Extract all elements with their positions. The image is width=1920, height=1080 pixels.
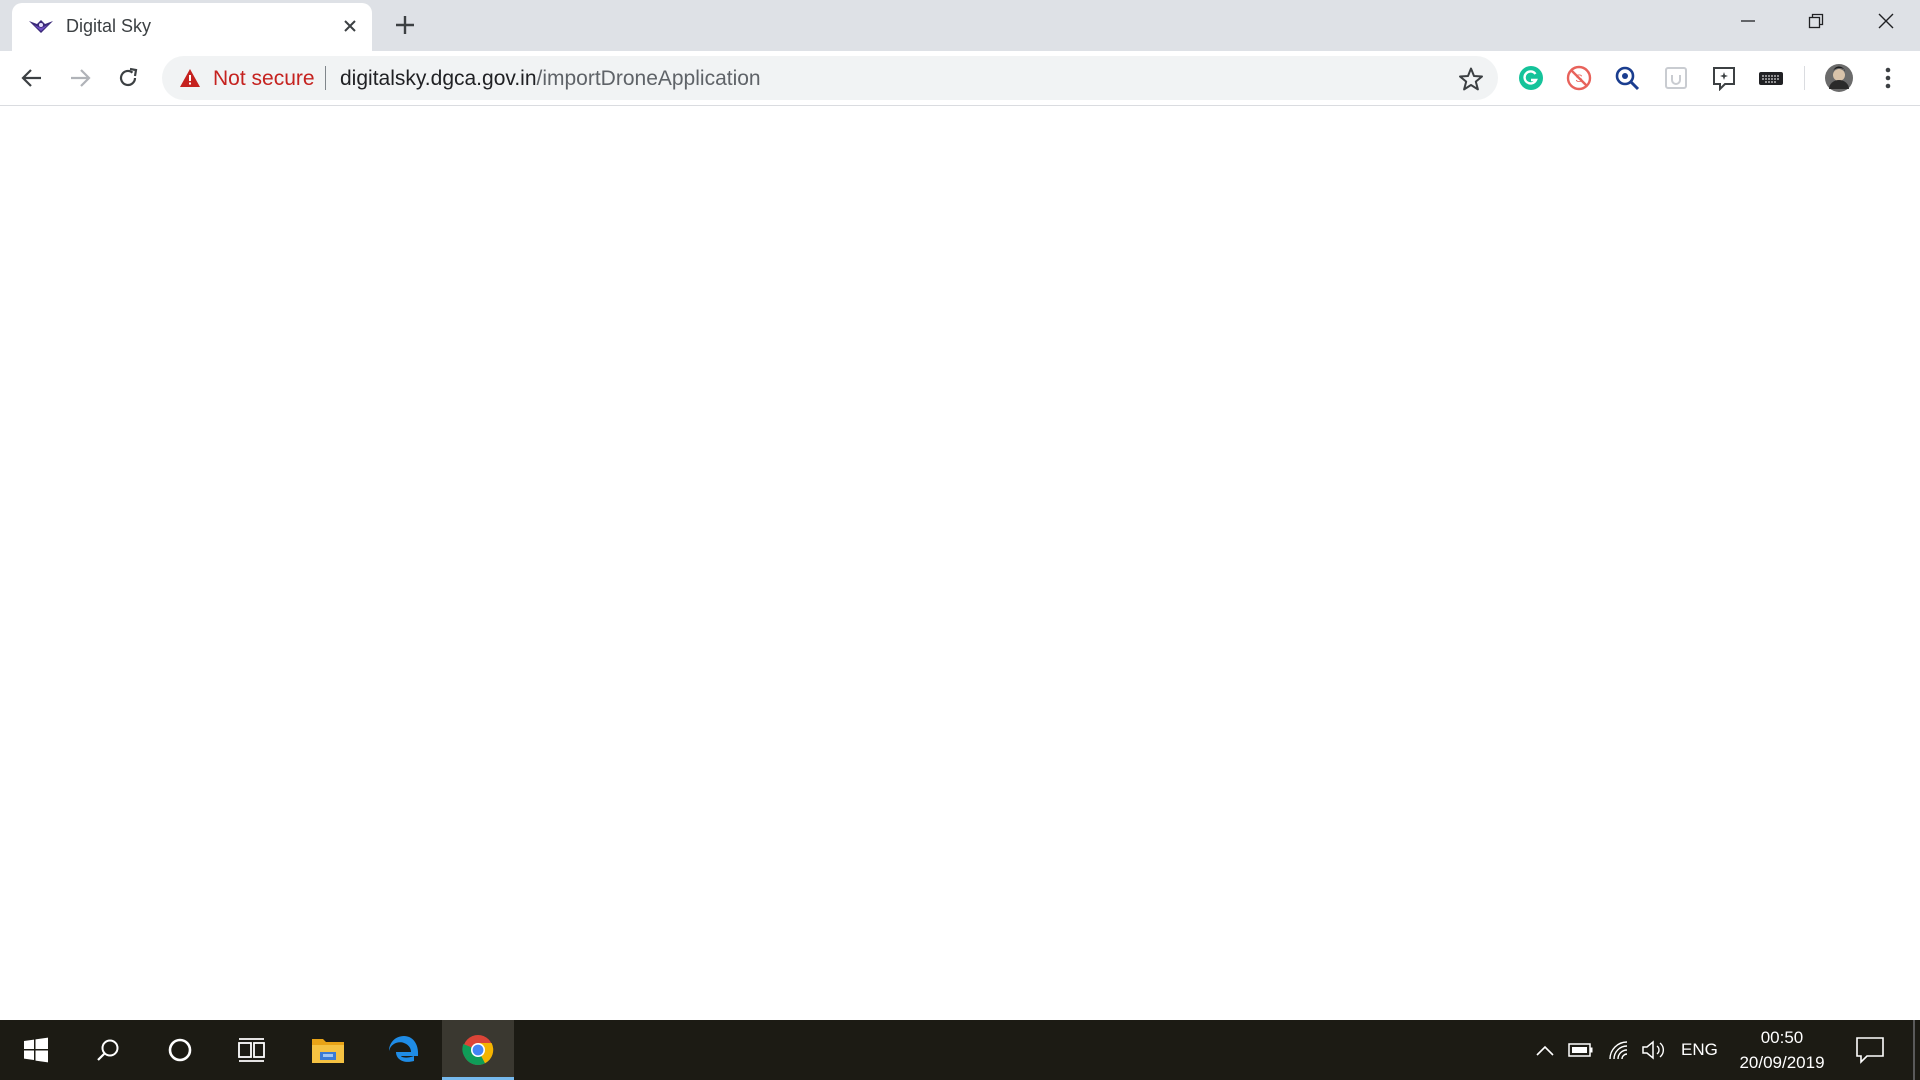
action-center-icon[interactable] [1855,1036,1885,1064]
show-desktop-button[interactable] [1913,1020,1915,1080]
block-site-icon[interactable]: S [1565,64,1593,92]
wifi-icon[interactable] [1606,1038,1632,1062]
cortana-icon [168,1038,192,1062]
reload-button[interactable] [112,62,144,94]
chrome-button[interactable] [442,1020,514,1080]
forward-arrow-icon [71,69,91,87]
cortana-button[interactable] [144,1020,216,1080]
start-button[interactable] [0,1020,72,1080]
input-language[interactable]: ENG [1681,1040,1718,1060]
file-explorer-icon [312,1039,344,1063]
grammarly-icon[interactable] [1517,64,1545,92]
search-button[interactable] [72,1020,144,1080]
close-window-button[interactable] [1852,0,1920,42]
restore-button[interactable] [1782,0,1850,42]
task-view-icon [238,1038,265,1062]
minimize-icon [1741,20,1755,22]
chrome-icon [462,1035,494,1066]
clipboard-icon[interactable] [1662,64,1690,92]
tab-close-icon[interactable] [337,13,363,39]
restore-icon [1808,13,1824,29]
toolbar-separator [1804,66,1805,90]
browser-toolbar: Not secure digitalsky.dgca.gov.in/import… [0,51,1920,106]
battery-icon[interactable] [1568,1038,1594,1062]
volume-icon[interactable] [1641,1038,1667,1062]
digital-sky-drone-icon [29,20,53,33]
forward-button[interactable] [64,62,96,94]
back-arrow-icon [21,69,41,87]
file-explorer-button[interactable] [292,1020,364,1080]
windows-start-icon [24,1037,48,1063]
edge-icon [389,1036,419,1062]
profile-avatar-icon[interactable] [1823,62,1855,94]
edge-button[interactable] [368,1020,440,1080]
search-icon [97,1039,119,1061]
reload-icon [119,67,138,87]
clock-time: 00:50 [1760,1028,1804,1047]
search-lens-icon[interactable] [1613,64,1641,92]
back-button[interactable] [16,62,48,94]
minimize-button[interactable] [1714,0,1782,42]
new-tab-button[interactable] [390,10,420,40]
task-view-button[interactable] [216,1020,288,1080]
url-path: /importDroneApplication [536,67,761,90]
close-icon [1878,13,1894,29]
page-content [0,106,1920,1020]
browser-tab[interactable]: Digital Sky [12,3,372,51]
windows-taskbar: ENG 00:50 20/09/2019 [0,1020,1920,1080]
clock-date: 20/09/2019 [1739,1053,1825,1072]
show-hidden-icons-icon[interactable] [1532,1038,1558,1062]
keyboard-icon[interactable] [1757,64,1785,92]
bookmark-star-icon[interactable] [1458,66,1484,92]
omnibox-separator [325,66,326,90]
plus-icon [396,16,414,34]
url-text[interactable]: digitalsky.dgca.gov.in/importDroneApplic… [340,67,761,91]
not-secure-label[interactable]: Not secure [213,67,315,91]
tab-strip: Digital Sky [0,0,1920,51]
system-clock[interactable]: 00:50 20/09/2019 [1730,1025,1834,1075]
menu-dots-icon[interactable] [1874,64,1902,92]
svg-text:S: S [1575,73,1582,85]
tab-title: Digital Sky [66,16,152,36]
url-host: digitalsky.dgca.gov.in [340,67,537,90]
address-bar[interactable]: Not secure digitalsky.dgca.gov.in/import… [162,56,1498,100]
bookmark-sparkle-icon[interactable] [1710,64,1738,92]
warning-icon[interactable] [179,67,201,89]
